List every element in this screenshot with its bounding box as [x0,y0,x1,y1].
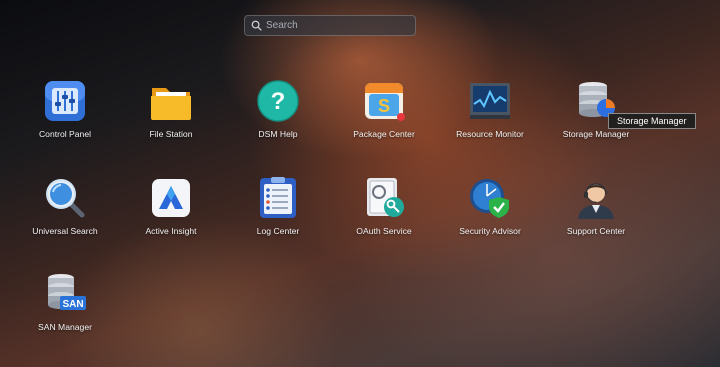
app-label: DSM Help [258,129,298,139]
help-icon: ? [257,80,299,122]
app-resource-monitor[interactable]: Resource Monitor [438,78,542,162]
control-panel-icon [45,81,85,121]
app-label: Log Center [256,226,300,236]
app-label: Control Panel [38,129,92,139]
app-label: File Station [149,129,193,139]
app-san-manager[interactable]: SAN SAN Manager [13,271,117,355]
log-center-icon [260,177,296,218]
search-box[interactable] [244,15,416,36]
app-universal-search[interactable]: Universal Search [13,175,117,259]
app-file-station[interactable]: File Station [119,78,223,162]
tooltip-storage-manager: Storage Manager [608,113,696,129]
security-shield-icon [470,179,509,218]
app-control-panel[interactable]: Control Panel [13,78,117,162]
app-oauth-service[interactable]: OAuth Service [332,175,436,259]
oauth-key-icon [367,178,404,217]
active-insight-icon [152,179,190,217]
app-label: Package Center [353,129,415,139]
app-label: Security Advisor [459,226,521,236]
app-active-insight[interactable]: Active Insight [119,175,223,259]
app-label: Active Insight [145,226,197,236]
app-security-advisor[interactable]: Security Advisor [438,175,542,259]
svg-text:S: S [378,96,390,116]
app-label: OAuth Service [356,226,412,236]
app-label: SAN Manager [38,322,92,332]
app-label: Resource Monitor [456,129,524,139]
app-support-center[interactable]: Support Center [544,175,648,259]
san-manager-icon: SAN [48,274,86,310]
search-icon [251,20,262,31]
app-label: Storage Manager [562,129,630,139]
svg-text:SAN: SAN [62,299,83,310]
folder-icon [151,88,191,120]
app-label: Universal Search [32,226,98,236]
app-package-center[interactable]: S Package Center [332,78,436,162]
app-log-center[interactable]: Log Center [226,175,330,259]
search-input[interactable] [262,16,415,35]
app-dsm-help[interactable]: ? DSM Help [226,78,330,162]
app-label: Support Center [566,226,626,236]
support-agent-icon [578,183,614,219]
magnifier-icon [46,179,85,218]
svg-text:?: ? [271,88,286,115]
package-center-icon: S [365,83,405,121]
resource-monitor-icon [470,83,510,119]
